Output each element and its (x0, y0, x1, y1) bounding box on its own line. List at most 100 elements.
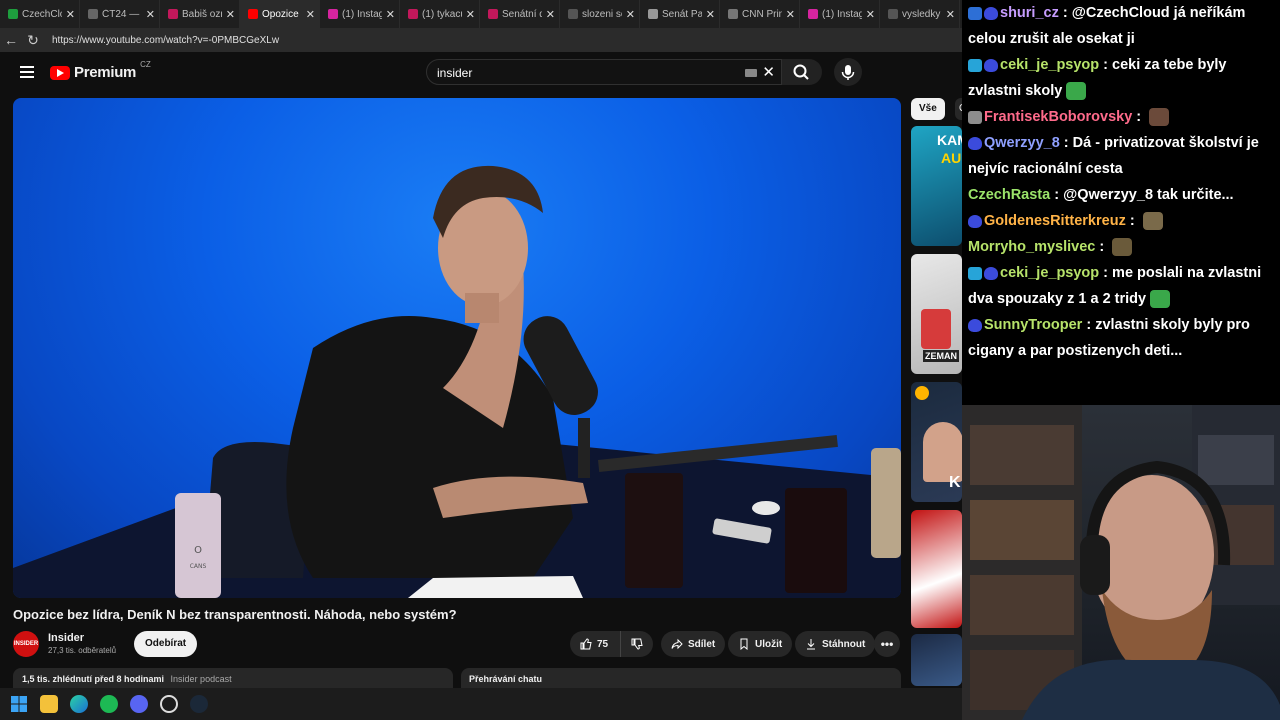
like-button[interactable]: 75 (570, 631, 620, 657)
dislike-button[interactable] (620, 631, 653, 657)
back-icon[interactable]: ← (0, 32, 22, 48)
recommended-thumbnail-4[interactable] (911, 510, 962, 628)
channel-avatar[interactable]: INSIDER (13, 631, 39, 657)
chat-username[interactable]: FrantisekBoborovsky (984, 109, 1132, 125)
tab-title: ČT24 — Ne (102, 8, 142, 20)
chat-replay-header[interactable]: Přehrávání chatu (461, 668, 901, 688)
chat-badge-icon (968, 58, 982, 72)
recommended-thumbnail-2[interactable]: ZEMAN (911, 254, 962, 374)
video-title: Opozice bez lídra, Deník N bez transpare… (13, 607, 457, 622)
download-button[interactable]: Stáhnout (795, 631, 876, 657)
chat-message: ceki_je_psyop : me poslali na zvlastni d… (968, 260, 1274, 312)
browser-tab[interactable]: (1) Instagram ✕ (800, 0, 880, 28)
browser-tab[interactable]: Opozice bez ✕ (240, 0, 320, 28)
tab-close-icon[interactable]: ✕ (706, 8, 715, 21)
chat-username[interactable]: Qwerzyy_8 (984, 135, 1060, 151)
recommended-thumbnail-3[interactable]: K (911, 382, 962, 502)
tab-close-icon[interactable]: ✕ (386, 8, 395, 21)
reload-icon[interactable]: ↻ (22, 32, 44, 49)
views-and-time: 1,5 tis. zhlédnutí před 8 hodinami (22, 674, 165, 684)
share-button[interactable]: Sdílet (661, 631, 726, 657)
tab-title: Senátní duc (502, 8, 542, 20)
youtube-logo[interactable]: Premium CZ (50, 60, 151, 81)
subscriber-count: 27,3 tis. odběratelů (48, 646, 117, 655)
chat-badge-icon (968, 136, 982, 150)
tab-title: vysledky pa (902, 8, 942, 20)
chat-message: Qwerzyy_8 : Dá - privatizovat školství j… (968, 130, 1274, 182)
spotify-icon[interactable] (100, 695, 118, 713)
tab-close-icon[interactable]: ✕ (546, 8, 555, 21)
chat-badge-icon (968, 214, 982, 228)
browser-tab[interactable]: ČT24 — Ne ✕ (80, 0, 160, 28)
chat-username[interactable]: GoldenesRitterkreuz (984, 213, 1126, 229)
chat-badge-icon (984, 266, 998, 280)
description-box[interactable]: 1,5 tis. zhlédnutí před 8 hodinami Insid… (13, 668, 453, 688)
tab-close-icon[interactable]: ✕ (66, 8, 75, 21)
keyboard-icon[interactable] (745, 69, 757, 77)
tab-close-icon[interactable]: ✕ (146, 8, 155, 21)
video-frame-illustration: O CANS (13, 165, 901, 598)
clear-search-icon[interactable]: ✕ (762, 63, 775, 81)
save-label: Uložit (755, 638, 783, 650)
chat-username[interactable]: shuri_cz (1000, 5, 1059, 21)
obs-icon[interactable] (160, 695, 178, 713)
chip-all[interactable]: Vše (911, 98, 945, 120)
tab-close-icon[interactable]: ✕ (306, 8, 315, 21)
tab-close-icon[interactable]: ✕ (226, 8, 235, 21)
more-actions-button[interactable]: ••• (874, 631, 900, 657)
recommended-thumbnail-1[interactable]: KAM AU (911, 126, 962, 246)
chat-username[interactable]: CzechRasta (968, 187, 1050, 203)
chat-username[interactable]: ceki_je_psyop (1000, 265, 1099, 281)
chat-username[interactable]: Morryho_myslivec (968, 239, 1095, 255)
browser-tab-strip: CzechCloud✕ČT24 — Ne✕Babiš ozná✕Opozice … (0, 0, 962, 28)
tab-close-icon[interactable]: ✕ (866, 8, 875, 21)
search-icon (793, 64, 809, 80)
tab-title: slozeni sena (582, 8, 622, 20)
chat-username[interactable]: SunnyTrooper (984, 317, 1082, 333)
new-badge-icon (915, 386, 929, 400)
chat-username[interactable]: ceki_je_psyop (1000, 57, 1099, 73)
channel-name[interactable]: Insider (48, 632, 84, 644)
tab-close-icon[interactable]: ✕ (786, 8, 795, 21)
search-input[interactable]: insider ✕ (426, 59, 782, 85)
playlist-tag[interactable]: Insider podcast (171, 674, 232, 684)
microphone-icon (841, 65, 855, 80)
discord-icon[interactable] (130, 695, 148, 713)
file-explorer-icon[interactable] (40, 695, 58, 713)
browser-tab[interactable]: Babiš ozná ✕ (160, 0, 240, 28)
thumb-caption-4: K (949, 474, 961, 491)
tab-close-icon[interactable]: ✕ (626, 8, 635, 21)
browser-tab[interactable]: Senátní duc ✕ (480, 0, 560, 28)
recommended-thumbnail-5[interactable] (911, 634, 962, 686)
browser-tab[interactable]: CNN Prima ✕ (720, 0, 800, 28)
browser-tab[interactable]: (1) tykacuv ✕ (400, 0, 480, 28)
browser-tab[interactable]: vysledky pa ✕ (880, 0, 960, 28)
edge-browser-icon[interactable] (70, 695, 88, 713)
tab-favicon-icon (328, 9, 338, 19)
chat-message: Morryho_myslivec : (968, 234, 1274, 260)
browser-tab[interactable]: slozeni sena ✕ (560, 0, 640, 28)
save-button[interactable]: Uložit (728, 631, 793, 657)
address-bar: ← ↻ https://www.youtube.com/watch?v=-0PM… (0, 28, 962, 52)
subscribe-button[interactable]: Odebírat (134, 631, 198, 657)
tab-close-icon[interactable]: ✕ (946, 8, 955, 21)
steam-icon[interactable] (190, 695, 208, 713)
search-button[interactable] (782, 59, 822, 85)
url-field[interactable]: https://www.youtube.com/watch?v=-0PMBCGe… (52, 35, 279, 46)
windows-start-icon[interactable] (10, 695, 28, 713)
share-label: Sdílet (688, 638, 716, 650)
share-icon (671, 638, 683, 650)
browser-tab[interactable]: (1) Instagram ✕ (320, 0, 400, 28)
browser-tab[interactable]: Senát Parlam ✕ (640, 0, 720, 28)
voice-search-button[interactable] (834, 58, 862, 86)
chat-badge-icon (984, 6, 998, 20)
chat-badge-icon (968, 266, 982, 280)
chat-message: GoldenesRitterkreuz : (968, 208, 1274, 234)
bookmark-icon (740, 638, 748, 650)
hamburger-menu-icon[interactable] (20, 66, 34, 78)
chat-separator: : (1095, 239, 1109, 255)
tab-close-icon[interactable]: ✕ (466, 8, 475, 21)
browser-tab[interactable]: CzechCloud ✕ (0, 0, 80, 28)
video-player[interactable]: O CANS (13, 98, 901, 598)
tab-favicon-icon (248, 9, 258, 19)
